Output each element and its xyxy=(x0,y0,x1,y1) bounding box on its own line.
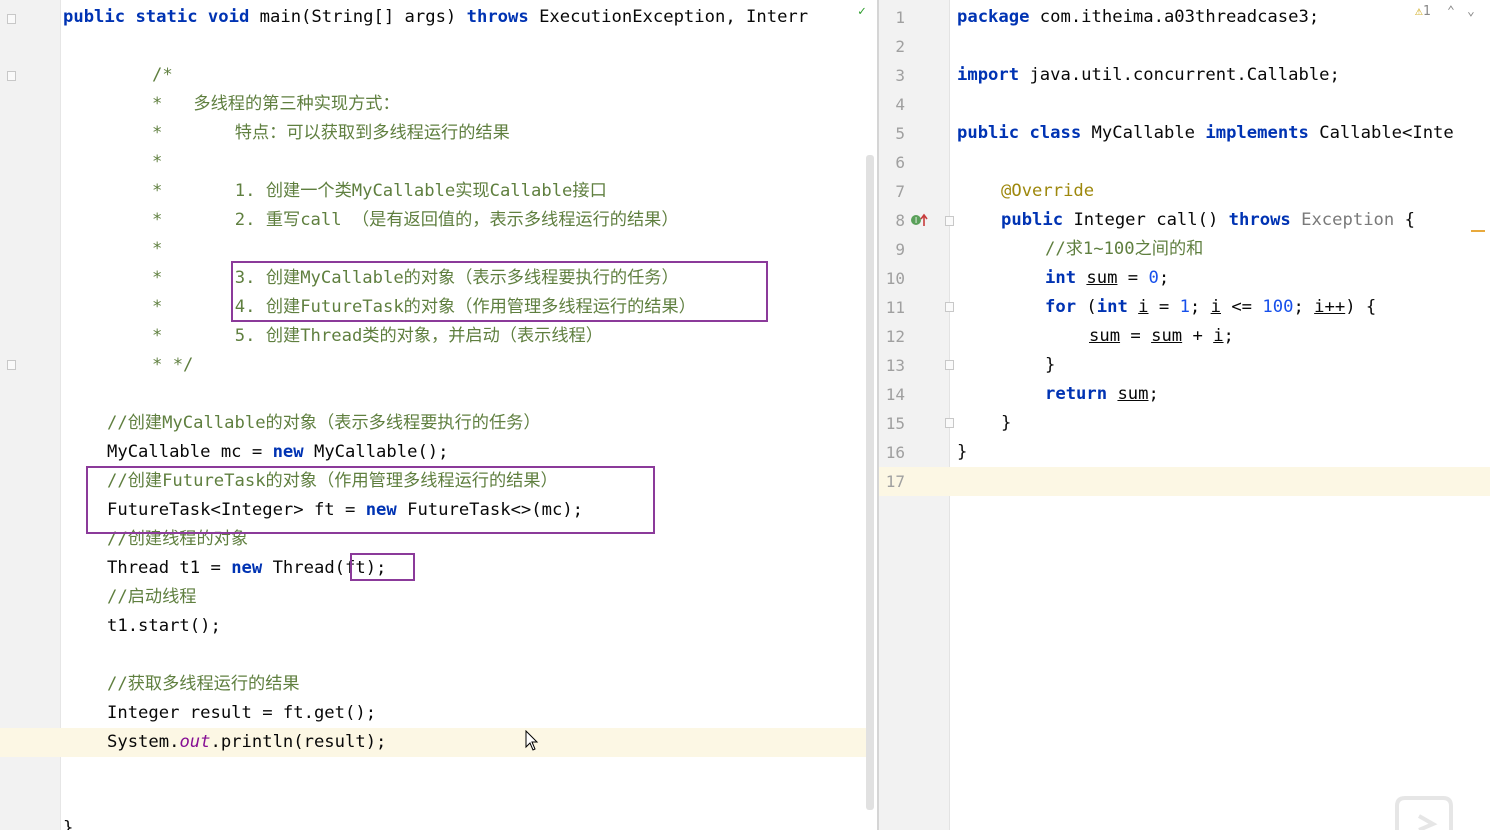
line-number: 14 xyxy=(885,385,905,404)
line-number: 17 xyxy=(885,472,905,491)
line-number: 4 xyxy=(895,95,905,114)
caret-line-highlight xyxy=(879,467,1490,496)
doc-comment-line: * 2. 重写call （是有返回值的，表示多线程运行的结果） xyxy=(152,210,679,230)
code-line-mycallable: MyCallable mc = new MyCallable(); xyxy=(107,442,449,462)
code-line-int-sum: int sum = 0; xyxy=(1045,268,1170,288)
implements-method-icon[interactable]: I xyxy=(910,212,930,228)
code-line-get-result: Integer result = ft.get(); xyxy=(107,703,377,723)
error-stripe-marker[interactable] xyxy=(1471,230,1485,232)
code-line-sum-add: sum = sum + i; xyxy=(1089,326,1234,346)
line-number: 8 xyxy=(895,211,905,230)
chevron-down-icon[interactable]: ⌄ xyxy=(1467,4,1475,19)
mouse-cursor-icon xyxy=(525,730,539,751)
line-number: 13 xyxy=(885,356,905,375)
doc-comment-line: * 5. 创建Thread类的对象，并启动（表示线程） xyxy=(152,326,603,346)
line-number: 5 xyxy=(895,124,905,143)
fold-marker-icon[interactable] xyxy=(945,360,954,370)
line-number: 2 xyxy=(895,37,905,56)
left-editor-pane[interactable]: ✓ public static void main(String[] args)… xyxy=(0,0,877,830)
annotation-box-steps-3-4 xyxy=(231,261,768,322)
vertical-scrollbar-thumb[interactable] xyxy=(866,155,874,810)
doc-comment-line: * xyxy=(152,152,163,172)
annotation-box-ft-arg xyxy=(350,553,415,581)
doc-comment-line: * xyxy=(152,239,163,259)
inspection-ok-icon[interactable]: ✓ xyxy=(858,4,866,19)
code-comment-line: //创建MyCallable的对象（表示多线程要执行的任务） xyxy=(107,413,541,433)
code-comment-line: //获取多线程运行的结果 xyxy=(107,674,300,694)
code-line-import: import java.util.concurrent.Callable; xyxy=(957,65,1340,85)
fold-marker-icon[interactable] xyxy=(945,302,954,312)
doc-comment-line: * 多线程的第三种实现方式： xyxy=(152,94,400,114)
code-line-closing: } xyxy=(63,818,74,830)
line-number: 15 xyxy=(885,414,905,433)
annotation-box-futuretask xyxy=(86,466,655,534)
doc-comment-line: * 1. 创建一个类MyCallable实现Callable接口 xyxy=(152,181,607,201)
left-editor-gutter[interactable] xyxy=(0,0,61,830)
code-line-start: t1.start(); xyxy=(107,616,221,636)
fold-marker-icon[interactable] xyxy=(7,14,16,24)
code-comment-line: //启动线程 xyxy=(107,587,197,607)
watermark-logo-icon xyxy=(1395,796,1453,830)
code-line-return: return sum; xyxy=(1045,384,1159,404)
doc-comment-line: * 特点：可以获取到多线程运行的结果 xyxy=(152,123,510,143)
code-line-println: System.out.println(result); xyxy=(107,732,387,752)
line-number: 16 xyxy=(885,443,905,462)
fold-marker-icon[interactable] xyxy=(7,71,16,81)
fold-marker-icon[interactable] xyxy=(945,216,954,226)
code-line-class-decl: public class MyCallable implements Calla… xyxy=(957,123,1454,143)
warnings-indicator[interactable]: ⚠1 xyxy=(1415,4,1431,19)
code-line-close-for: } xyxy=(1045,355,1056,375)
line-number: 9 xyxy=(895,240,905,259)
svg-text:I: I xyxy=(915,216,917,225)
line-number: 12 xyxy=(885,327,905,346)
code-line-close-method: } xyxy=(1001,413,1012,433)
code-line-override: @Override xyxy=(1001,181,1095,201)
line-number: 6 xyxy=(895,153,905,172)
line-number: 7 xyxy=(895,182,905,201)
fold-marker-icon[interactable] xyxy=(7,360,16,370)
line-number: 1 xyxy=(895,8,905,27)
line-number: 11 xyxy=(885,298,905,317)
right-editor-pane[interactable]: 1 2 3 4 5 6 7 8 9 10 11 12 13 14 15 16 1… xyxy=(879,0,1490,830)
code-comment-line: //求1~100之间的和 xyxy=(1045,239,1204,259)
doc-comment-line: * */ xyxy=(152,355,194,375)
code-line-package: package com.itheima.a03threadcase3; xyxy=(957,7,1320,27)
line-number: 10 xyxy=(885,269,905,288)
line-number: 3 xyxy=(895,66,905,85)
code-line-signature: public static void main(String[] args) t… xyxy=(63,7,809,27)
chevron-up-icon[interactable]: ⌃ xyxy=(1447,4,1455,19)
code-line-call-method: public Integer call() throws Exception { xyxy=(1001,210,1415,230)
fold-marker-icon[interactable] xyxy=(945,418,954,428)
code-line-close-class: } xyxy=(957,442,968,462)
code-line-thread: Thread t1 = new Thread(ft); xyxy=(107,558,387,578)
code-line-for-loop: for (int i = 1; i <= 100; i++) { xyxy=(1045,297,1377,317)
doc-comment-line: /* xyxy=(152,65,173,85)
